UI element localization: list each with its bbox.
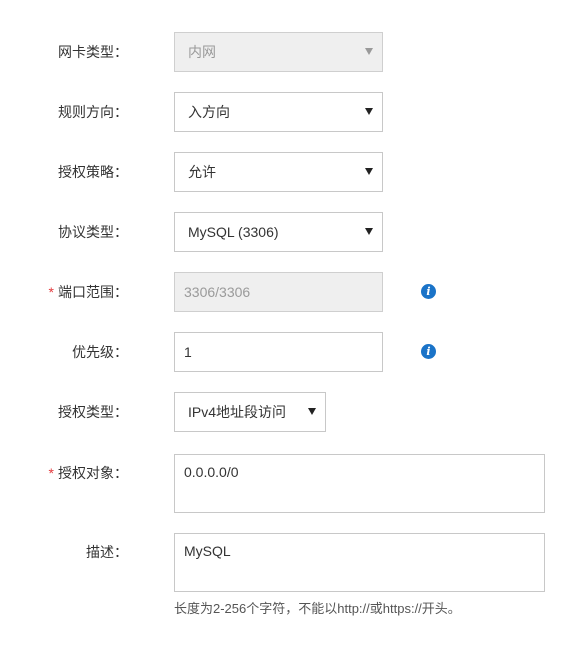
chevron-down-icon	[365, 108, 373, 115]
auth-type-value: IPv4地址段访问	[188, 404, 287, 420]
policy-label: 授权策略：	[58, 164, 128, 180]
auth-type-select[interactable]: IPv4地址段访问	[174, 392, 326, 432]
port-range-label-wrap: * 端口范围：	[49, 282, 128, 302]
description-textarea[interactable]: MySQL	[174, 533, 545, 592]
info-icon[interactable]: i	[421, 284, 436, 299]
chevron-down-icon	[308, 408, 316, 415]
priority-value: 1	[184, 344, 192, 360]
auth-object-label: 授权对象：	[58, 465, 128, 481]
port-range-label: 端口范围：	[58, 284, 128, 300]
policy-select[interactable]: 允许	[174, 152, 383, 192]
priority-input[interactable]: 1	[174, 332, 383, 372]
required-mark: *	[48, 284, 54, 300]
chevron-down-icon	[365, 168, 373, 175]
auth-object-value: 0.0.0.0/0	[184, 464, 239, 480]
description-value: MySQL	[184, 543, 231, 559]
policy-value: 允许	[188, 164, 216, 180]
auth-object-label-wrap: * 授权对象：	[49, 463, 128, 483]
direction-label: 规则方向：	[58, 104, 128, 120]
nic-type-label: 网卡类型：	[58, 44, 128, 60]
chevron-down-icon	[365, 48, 373, 55]
nic-type-select[interactable]: 内网	[174, 32, 383, 72]
chevron-down-icon	[365, 228, 373, 235]
info-icon[interactable]: i	[421, 344, 436, 359]
port-range-value: 3306/3306	[184, 284, 251, 300]
direction-select[interactable]: 入方向	[174, 92, 383, 132]
priority-label: 优先级：	[72, 344, 128, 360]
auth-object-textarea[interactable]: 0.0.0.0/0	[174, 454, 545, 513]
protocol-label: 协议类型：	[58, 224, 128, 240]
nic-type-value: 内网	[188, 44, 216, 60]
direction-value: 入方向	[188, 104, 230, 120]
description-hint: 长度为2-256个字符，不能以http://或https://开头。	[174, 601, 461, 616]
description-label: 描述：	[86, 544, 128, 560]
protocol-select[interactable]: MySQL (3306)	[174, 212, 383, 252]
required-mark: *	[48, 465, 54, 481]
auth-type-label: 授权类型：	[58, 404, 128, 420]
port-range-input[interactable]: 3306/3306	[174, 272, 383, 312]
protocol-value: MySQL (3306)	[188, 224, 279, 240]
